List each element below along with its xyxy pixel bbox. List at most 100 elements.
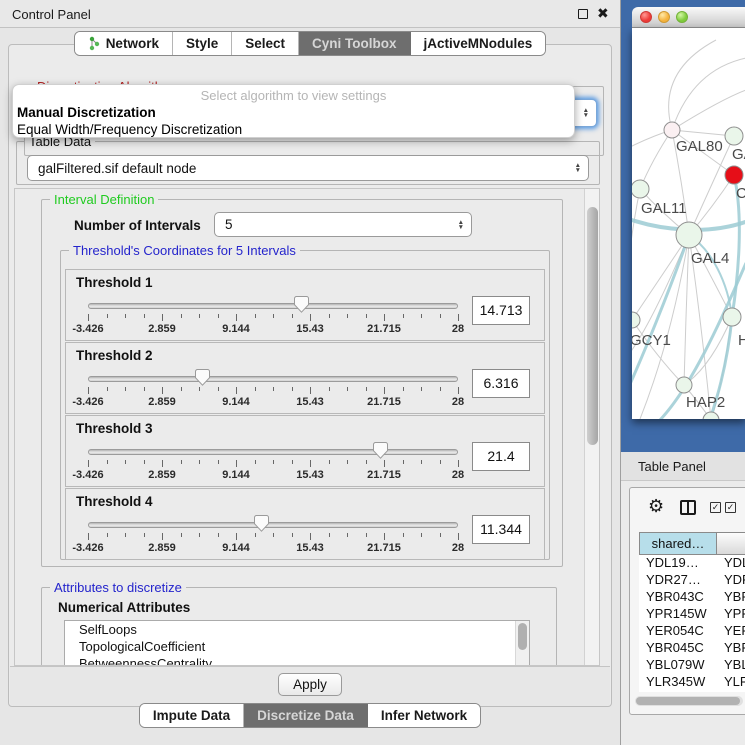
slider-thumb[interactable] [294,296,309,313]
threshold-slider[interactable]: -3.4262.8599.14415.4321.71528 [88,446,458,480]
minimize-traffic-light-icon[interactable] [658,11,670,23]
table-header-row: shared… na [639,532,745,555]
attribute-items: SelfLoopsTopologicalCoefficientBetweenne… [65,621,529,666]
num-intervals-value: 5 [225,217,233,232]
table-row[interactable]: YBL079WYBL0 [639,657,745,674]
table-hscrollbar[interactable] [635,696,743,706]
num-intervals-combobox[interactable]: 5 ▲▼ [214,212,472,237]
table-row[interactable]: YER054CYER0 [639,623,745,640]
slider-thumb[interactable] [254,515,269,532]
slider-track[interactable] [88,376,458,382]
network-node[interactable] [632,312,640,328]
attribute-item[interactable]: TopologicalCoefficient [65,638,529,655]
slider-track[interactable] [88,303,458,309]
threshold-slider[interactable]: -3.4262.8599.14415.4321.71528 [88,300,458,334]
gear-icon[interactable]: ⚙ [648,496,664,517]
table-data-combobox[interactable]: galFiltered.sif default node ▲▼ [27,155,589,181]
stepper-icon: ▲▼ [575,163,581,173]
list-scrollbar-thumb[interactable] [518,623,527,650]
network-node[interactable] [725,127,743,145]
dropdown-option-manual[interactable]: Manual Discretization [13,104,574,121]
table-panel-header: Table Panel [621,452,745,481]
slider-track[interactable] [88,449,458,455]
threshold-panel: Threshold 4 -3.4262.8599.14415.4321.71528… [65,488,545,560]
threshold-coordinates-group: Threshold's Coordinates for 5 Intervals … [60,250,550,560]
threshold-slider[interactable]: -3.4262.8599.14415.4321.71528 [88,519,458,553]
apply-button[interactable]: Apply [278,673,342,696]
threshold-label: Threshold 4 [76,494,153,509]
tab-select[interactable]: Select [232,32,299,55]
checkbox-icon[interactable]: ✓ [710,502,721,513]
float-window-icon[interactable] [578,9,588,19]
table-row[interactable]: YDL19…YDL1 [639,555,745,572]
slider-ticks [88,533,458,541]
tab-style[interactable]: Style [173,32,232,55]
network-canvas[interactable]: GAL80GACGAL11GAL4GCY1HHAP2 [632,28,745,419]
table-container: ⚙ ✓ ✓ shared… na YDL19…YDL1YDR27…YDR2YBR… [629,487,745,715]
tab-infer-network[interactable]: Infer Network [368,704,480,727]
node-label: GAL11 [641,200,687,217]
table-row[interactable]: YBR043CYBR0 [639,589,745,606]
tab-impute-data[interactable]: Impute Data [140,704,244,727]
algorithm-dropdown-popup: Select algorithm to view settings Manual… [12,84,575,138]
slider-thumb[interactable] [373,442,388,459]
list-scrollbar[interactable] [515,621,529,666]
slider-track[interactable] [88,522,458,528]
tab-jactivemnodules[interactable]: jActiveMNodules [411,32,546,55]
attribute-item[interactable]: BetweennessCentrality [65,655,529,666]
numerical-attributes-list[interactable]: SelfLoopsTopologicalCoefficientBetweenne… [64,620,530,666]
table-row[interactable]: YDR27…YDR2 [639,572,745,589]
attributes-group: Attributes to discretize Numerical Attri… [41,587,557,666]
slider-tick-labels: -3.4262.8599.14415.4321.71528 [88,469,458,481]
table-data-value: galFiltered.sif default node [38,161,196,176]
threshold-slider[interactable]: -3.4262.8599.14415.4321.71528 [88,373,458,407]
slider-ticks [88,460,458,468]
table-row[interactable]: YIL052CYIL0 [639,691,745,692]
close-icon[interactable]: ✖ [597,5,609,22]
settings-scrollbar[interactable] [584,189,599,665]
tab-network[interactable]: Network [75,32,173,55]
group-title-attributes: Attributes to discretize [50,580,186,595]
node-label: HAP2 [686,394,725,411]
node-label: GCY1 [632,332,671,349]
column-header-name[interactable]: na [717,532,745,555]
table-row[interactable]: YPR145WYPR1 [639,606,745,623]
slider-thumb[interactable] [195,369,210,386]
attribute-item[interactable]: SelfLoops [65,621,529,638]
slider-ticks [88,314,458,322]
apply-strip: Apply [10,666,610,706]
table-panel-body: ⚙ ✓ ✓ shared… na YDL19…YDL1YDR27…YDR2YBR… [621,481,745,745]
node-label: GAL80 [676,138,723,155]
network-node[interactable] [723,308,741,326]
table-panel-title: Table Panel [638,459,706,474]
node-label: C [736,185,745,202]
tab-discretize-data[interactable]: Discretize Data [244,704,368,727]
network-node[interactable] [676,377,692,393]
network-node[interactable] [725,166,743,184]
network-node[interactable] [664,122,680,138]
network-window[interactable]: GAL80GACGAL11GAL4GCY1HHAP2 [621,0,745,452]
network-node[interactable] [676,222,702,248]
table-row[interactable]: YLR345WYLR3 [639,674,745,691]
threshold-value-field[interactable]: 21.4 [472,442,530,471]
zoom-traffic-light-icon[interactable] [676,11,688,23]
threshold-value-field[interactable]: 11.344 [472,515,530,544]
settings-scroll-area: Interval Definition Number of Intervals … [14,188,600,666]
threshold-label: Threshold 3 [76,421,153,436]
threshold-value-field[interactable]: 6.316 [472,369,530,398]
node-label: GA [732,146,745,163]
dropdown-option-equal-width[interactable]: Equal Width/Frequency Discretization [13,121,574,138]
table-row[interactable]: YBR045CYBR0 [639,640,745,657]
table-hscrollbar-thumb[interactable] [636,697,740,705]
top-tab-bar: NetworkStyleSelectCyni ToolboxjActiveMNo… [0,31,620,56]
close-traffic-light-icon[interactable] [640,11,652,23]
checkbox-icon[interactable]: ✓ [725,502,736,513]
tab-cyni-toolbox[interactable]: Cyni Toolbox [299,32,411,55]
network-window-titlebar[interactable] [632,7,745,28]
split-columns-icon[interactable] [680,500,696,515]
column-header-shared[interactable]: shared… [639,532,717,555]
network-node[interactable] [703,412,719,419]
settings-scrollbar-thumb[interactable] [587,207,598,445]
network-node[interactable] [632,180,649,198]
threshold-value-field[interactable]: 14.713 [472,296,530,325]
